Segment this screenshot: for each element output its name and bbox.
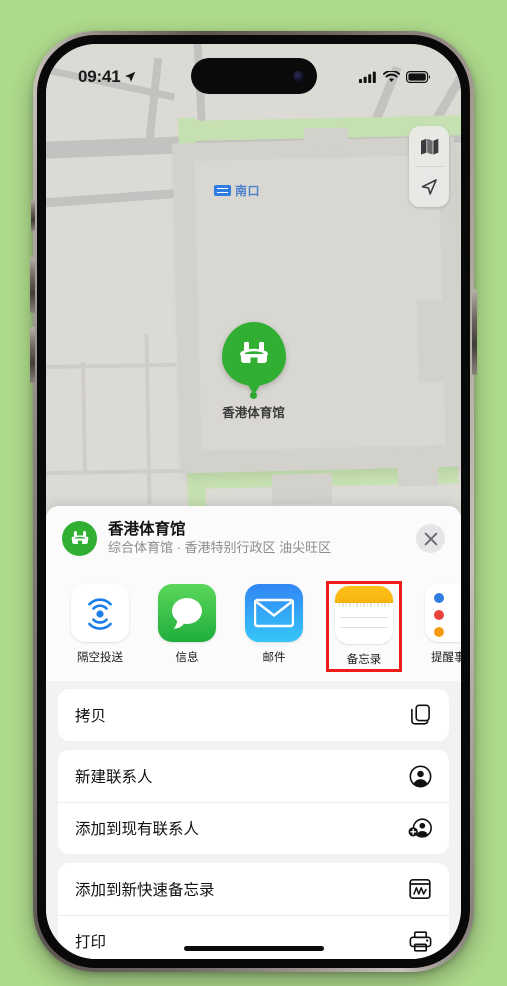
share-app-messages[interactable]: 信息 <box>155 584 219 669</box>
share-app-airdrop[interactable]: 隔空投送 <box>68 584 132 669</box>
phone-frame: 南口 香港体育馆 09:41 香港体育馆 综合体育馆 · 香港特别行政区 油尖旺… <box>30 31 477 972</box>
airdrop-icon <box>71 584 129 643</box>
action-row-copy[interactable]: 拷贝 <box>58 689 449 741</box>
volume-up-button[interactable] <box>30 257 35 313</box>
action-row-add-existing-contact[interactable]: 添加到现有联系人 <box>58 802 449 854</box>
person-add-icon <box>408 816 432 840</box>
map-view[interactable]: 南口 香港体育馆 <box>46 44 461 514</box>
map-path <box>46 468 187 476</box>
share-app-label: 提醒事项 <box>431 652 461 665</box>
share-sheet: 香港体育馆 综合体育馆 · 香港特别行政区 油尖旺区 隔空投送 信息 邮件 备忘… <box>46 506 461 959</box>
transit-station-label[interactable]: 南口 <box>214 182 260 199</box>
stadium-icon <box>239 342 268 363</box>
action-group: 新建联系人 添加到现有联系人 <box>58 750 449 855</box>
map-building-annex <box>397 453 439 487</box>
action-group: 添加到新快速备忘录 打印 <box>58 863 449 959</box>
power-button[interactable] <box>472 289 477 375</box>
page-title: 香港体育馆 <box>108 521 186 538</box>
printer-icon <box>408 929 432 953</box>
status-time-group: 09:41 <box>78 67 137 87</box>
silent-switch[interactable] <box>31 199 35 231</box>
header-text-group: 香港体育馆 综合体育馆 · 香港特别行政区 油尖旺区 <box>108 520 405 557</box>
share-app-label: 隔空投送 <box>77 652 123 665</box>
close-button[interactable] <box>416 524 445 554</box>
map-controls[interactable] <box>409 126 449 207</box>
phone-screen: 南口 香港体育馆 09:41 香港体育馆 综合体育馆 · 香港特别行政区 油尖旺… <box>46 44 461 959</box>
status-time: 09:41 <box>78 67 121 86</box>
transit-station-name: 南口 <box>235 184 261 198</box>
share-app-reminders[interactable]: 提醒事项 <box>422 584 461 669</box>
battery-full-icon <box>406 71 431 83</box>
action-group: 拷贝 <box>58 689 449 742</box>
share-sheet-header: 香港体育馆 综合体育馆 · 香港特别行政区 油尖旺区 <box>46 506 461 571</box>
map-building-annex <box>303 127 349 151</box>
pin-label: 香港体育馆 <box>222 406 285 420</box>
map-building-annex <box>271 473 333 505</box>
action-label: 添加到新快速备忘录 <box>75 882 215 900</box>
map-icon <box>420 138 438 155</box>
dynamic-island[interactable] <box>190 58 317 94</box>
front-camera-icon <box>292 70 304 82</box>
mail-icon <box>245 584 303 643</box>
map-building-annex <box>417 299 461 383</box>
map-path <box>144 333 152 505</box>
place-subtitle: 综合体育馆 · 香港特别行政区 油尖旺区 <box>108 540 332 556</box>
notes-icon <box>335 586 393 645</box>
messages-icon <box>158 584 216 643</box>
map-pin[interactable]: 香港体育馆 <box>221 322 286 421</box>
share-app-label: 信息 <box>175 652 199 665</box>
home-indicator[interactable] <box>183 946 324 951</box>
avatar <box>62 521 97 557</box>
locate-me-button[interactable] <box>409 167 449 207</box>
action-row-new-contact[interactable]: 新建联系人 <box>58 750 449 802</box>
wifi-icon <box>383 71 400 82</box>
share-app-mail[interactable]: 邮件 <box>242 584 306 669</box>
action-row-print[interactable]: 打印 <box>58 915 449 959</box>
action-label: 拷贝 <box>75 708 107 726</box>
map-layers-button[interactable] <box>409 126 449 166</box>
navigation-arrow-icon <box>421 179 437 195</box>
action-row-new-quick-note[interactable]: 添加到新快速备忘录 <box>58 863 449 915</box>
map-path <box>81 361 87 473</box>
close-icon <box>424 532 437 545</box>
action-label: 新建联系人 <box>75 769 153 787</box>
copy-icon <box>408 703 432 727</box>
person-circle-icon <box>408 764 432 788</box>
map-path <box>46 362 177 370</box>
share-app-label: 备忘录 <box>346 654 382 667</box>
location-arrow-icon <box>125 71 136 82</box>
volume-down-button[interactable] <box>30 327 35 383</box>
share-app-notes[interactable]: 备忘录 <box>326 581 402 673</box>
share-apps-row[interactable]: 隔空投送 信息 邮件 备忘录 提醒事 <box>46 570 461 682</box>
share-actions-list: 拷贝 新建联系人 添加到现有联系人 添加到新快速备忘录 打印 <box>46 681 461 959</box>
transit-station-icon <box>214 185 231 196</box>
stadium-icon <box>71 531 88 545</box>
pin-head <box>221 322 286 386</box>
quick-note-icon <box>408 877 432 901</box>
phone-bezel: 南口 香港体育馆 09:41 香港体育馆 综合体育馆 · 香港特别行政区 油尖旺… <box>37 35 470 968</box>
share-app-label: 邮件 <box>262 652 286 665</box>
action-label: 打印 <box>75 934 107 952</box>
action-label: 添加到现有联系人 <box>75 821 200 839</box>
cellular-signal-icon <box>359 71 376 83</box>
reminders-icon <box>425 584 461 643</box>
status-indicators <box>359 71 431 83</box>
